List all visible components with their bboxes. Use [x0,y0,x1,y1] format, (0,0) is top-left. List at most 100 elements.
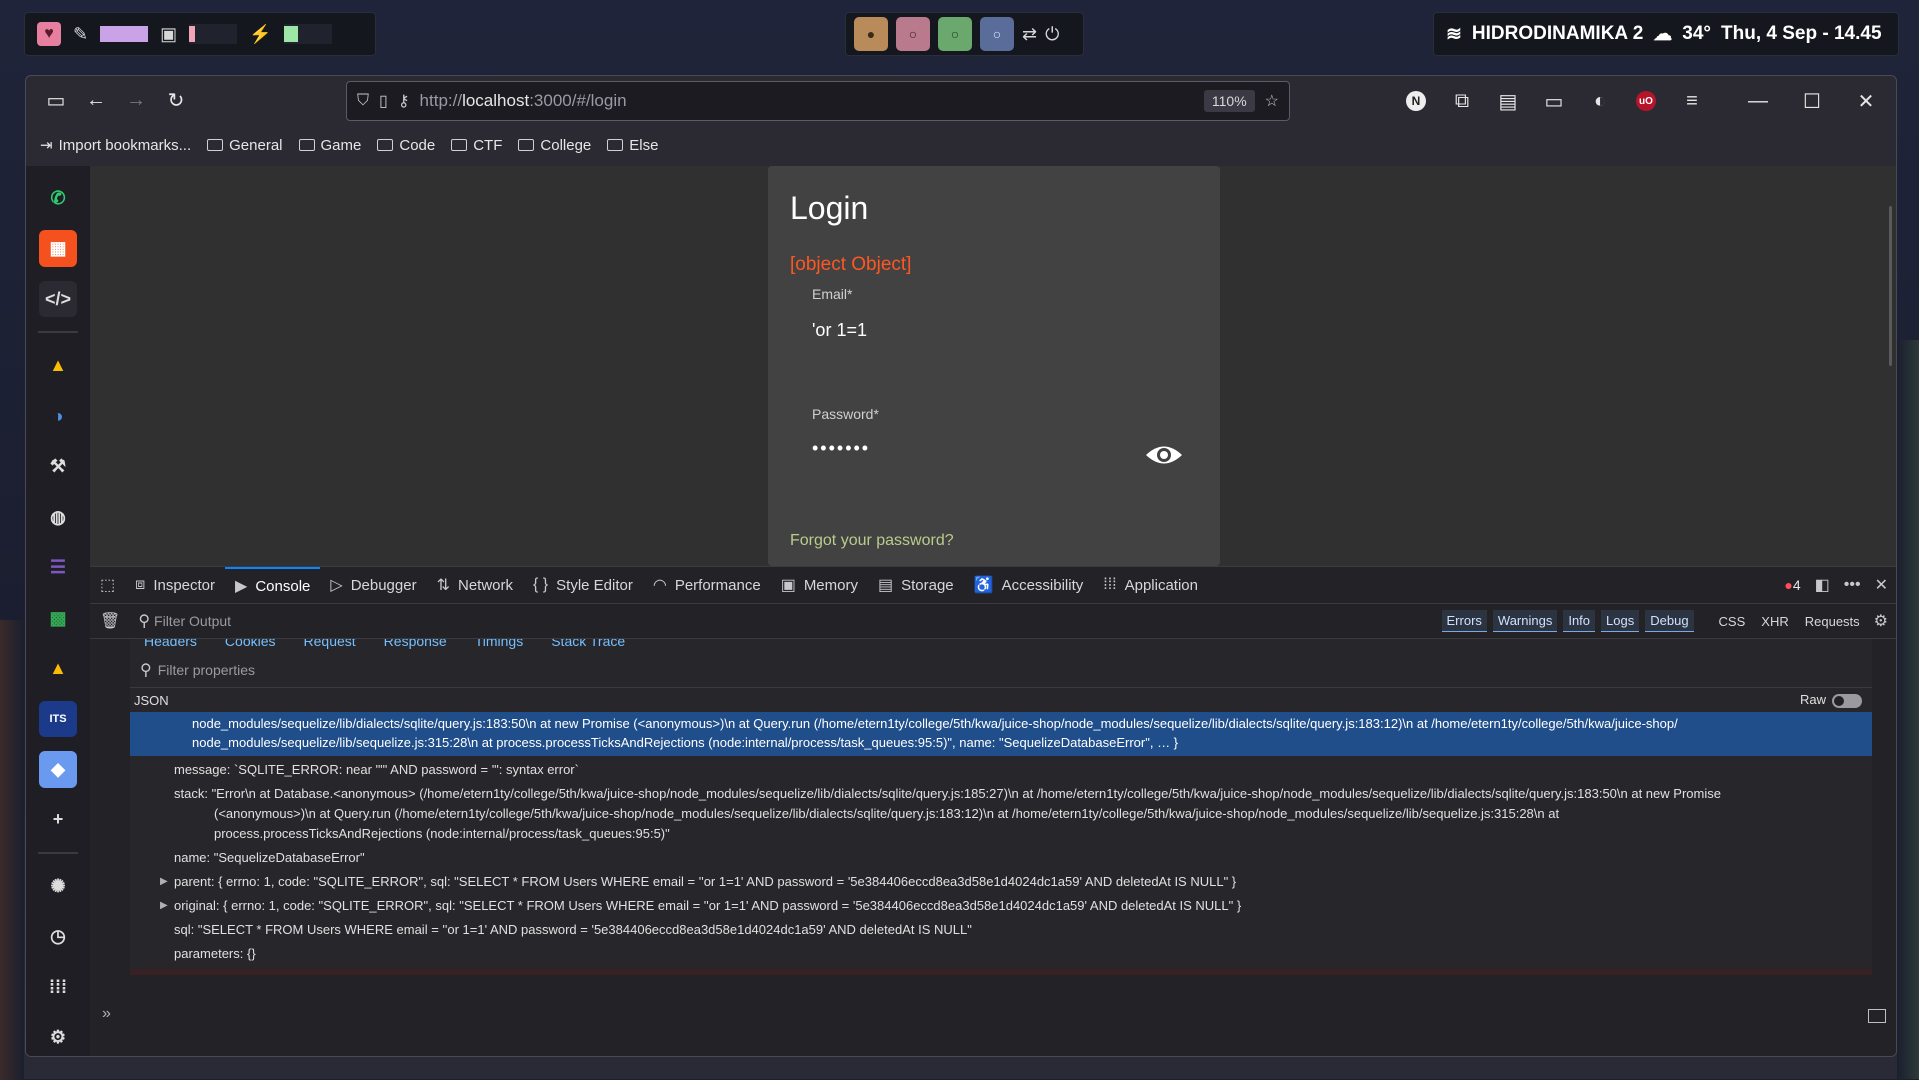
power-icon[interactable]: ⏻ [1045,24,1059,45]
json-original[interactable]: ▶ original: { errno: 1, code: "SQLITE_ERR… [130,896,1872,916]
password-field[interactable]: ••••••• [812,438,870,459]
list-icon[interactable]: ☰ [39,549,77,585]
json-name[interactable]: name: "SequelizeDatabaseError" [130,848,1872,868]
mask-icon[interactable]: ◐ [1580,81,1620,121]
console-prompt-icon[interactable]: » [102,1005,111,1023]
workspace-1[interactable]: ● [854,17,888,51]
active-app-icon[interactable]: ◆ [39,751,77,788]
bookmark-code[interactable]: Code [377,137,435,154]
gear-icon[interactable]: ⚙ [39,1020,77,1056]
filter-requests[interactable]: Requests [1800,611,1865,632]
its-icon[interactable]: ITS [39,700,77,738]
filter-warnings[interactable]: Warnings [1492,610,1558,632]
url-text[interactable]: http://localhost:3000/#/login [420,91,1194,111]
json-stack[interactable]: stack: "Error\n at Database.<anonymous> … [130,784,1872,804]
bookmark-college[interactable]: College [518,137,591,154]
swap-icon[interactable]: ⇄ [1022,24,1037,45]
tab-accessibility[interactable]: ♿ Accessibility [964,567,1094,603]
filter-output-input[interactable]: Filter Output [154,613,231,629]
json-message[interactable]: message: `SQLITE_ERROR: near "'" AND pas… [130,760,1872,780]
container-icon[interactable]: ▤ [1488,81,1528,121]
bookmark-game[interactable]: Game [298,137,361,154]
eye-icon[interactable] [1144,440,1184,470]
close-icon[interactable]: ✕ [1846,81,1886,121]
filter-errors[interactable]: Errors [1441,610,1487,632]
workspace-4[interactable]: ○ [980,17,1014,51]
account-icon[interactable]: N [1396,81,1436,121]
settings-gear-icon[interactable]: ⚙ [1874,611,1888,631]
raw-switch[interactable] [1832,693,1862,708]
expand-arrow-icon[interactable]: ▶ [160,872,168,892]
tab-console[interactable]: ▶ Console [225,567,321,603]
tab-network[interactable]: ⇅ Network [427,567,523,603]
drive-icon-2[interactable]: ▲ [39,650,77,686]
subtab-response[interactable]: Response [384,639,447,653]
extensions-icon[interactable]: ⧉ [1442,81,1482,121]
heart-icon[interactable]: ♥ [37,22,61,46]
ublock-icon[interactable]: uO [1626,81,1666,121]
menu-icon[interactable]: ≡ [1672,81,1712,121]
app-icon[interactable]: ▦ [39,230,77,267]
history-icon[interactable]: ◷ [39,919,77,955]
workspace-2[interactable]: ○ [896,17,930,51]
tab-storage[interactable]: ▤ Storage [868,567,964,603]
apps-grid-icon[interactable]: ⁞⁞⁞ [39,969,77,1005]
console-sidebar-icon[interactable] [1868,1009,1886,1023]
dock-icon[interactable]: ◧ [1815,575,1830,595]
code-icon[interactable]: </> [39,280,77,318]
subtab-stack-trace[interactable]: Stack Trace [551,639,625,653]
json-parent[interactable]: ▶ parent: { errno: 1, code: "SQLITE_ERROR… [130,872,1872,892]
tab-performance[interactable]: ◠ Performance [643,567,771,603]
pick-element-icon[interactable]: ⬚ [90,567,125,603]
tab-inspector[interactable]: ⧈ Inspector [125,567,225,603]
subtab-request[interactable]: Request [304,639,356,653]
subtab-headers[interactable]: Headers [144,639,197,653]
zoom-level[interactable]: 110% [1203,90,1255,112]
tab-style-editor[interactable]: { } Style Editor [523,567,643,603]
key-icon[interactable]: ⚷ [398,91,410,111]
error-count-badge[interactable]: ●4 [1784,577,1800,593]
whatsapp-icon[interactable]: ✆ [39,180,77,216]
globe-icon[interactable]: ◍ [39,499,77,535]
filter-properties-input[interactable]: Filter properties [158,662,255,678]
wing-icon[interactable]: ◑ [39,398,77,434]
sheets-icon[interactable]: ▩ [39,600,77,636]
trash-icon[interactable]: 🗑 [100,611,120,631]
bookmark-general[interactable]: General [207,137,283,154]
json-sql[interactable]: sql: "SELECT * FROM Users WHERE email = … [130,920,1872,940]
filter-info[interactable]: Info [1563,610,1596,632]
star-icon[interactable]: ☆ [1265,91,1279,111]
tab-application[interactable]: ⁞⁞⁞ Application [1093,567,1208,603]
filter-logs[interactable]: Logs [1601,610,1640,632]
filter-debug[interactable]: Debug [1645,610,1694,632]
shield-icon[interactable]: ⛉ [357,92,369,110]
page-scrollbar[interactable] [1889,206,1892,366]
forward-icon[interactable]: → [116,80,156,120]
close-devtools-icon[interactable]: ✕ [1875,575,1888,595]
bookmark-ctf[interactable]: CTF [451,137,502,154]
filter-css[interactable]: CSS [1714,611,1751,632]
sidebar-toggle-icon[interactable]: ▭ [36,80,76,120]
pickaxe-icon[interactable]: ⚒ [39,448,77,484]
subtab-cookies[interactable]: Cookies [225,639,276,653]
reload-icon[interactable]: ↻ [156,80,196,120]
workspace-3[interactable]: ○ [938,17,972,51]
reader-icon[interactable]: ▭ [1534,81,1574,121]
json-parameters[interactable]: parameters: {} [130,944,1872,964]
filter-xhr[interactable]: XHR [1756,611,1793,632]
tab-debugger[interactable]: ▷ Debugger [320,567,426,603]
more-icon[interactable]: ••• [1844,576,1861,594]
forgot-password-link[interactable]: Forgot your password? [790,532,954,550]
subtab-timings[interactable]: Timings [475,639,524,653]
minimize-icon[interactable]: — [1738,81,1778,121]
chatgpt-icon[interactable]: ✺ [39,868,77,904]
add-icon[interactable]: + [39,802,77,838]
tab-memory[interactable]: ▣ Memory [771,567,868,603]
email-field[interactable]: 'or 1=1 [812,320,867,341]
drive-icon[interactable]: ▲ [39,347,77,383]
back-icon[interactable]: ← [76,80,116,120]
bookmark-else[interactable]: Else [607,137,658,154]
bookmark-import[interactable]: ⇥ Import bookmarks... [40,136,191,155]
address-bar[interactable]: ⛉ ▯ ⚷ http://localhost:3000/#/login 110%… [346,81,1290,121]
selected-json-row[interactable]: node_modules/sequelize/lib/dialects/sqli… [130,712,1872,756]
